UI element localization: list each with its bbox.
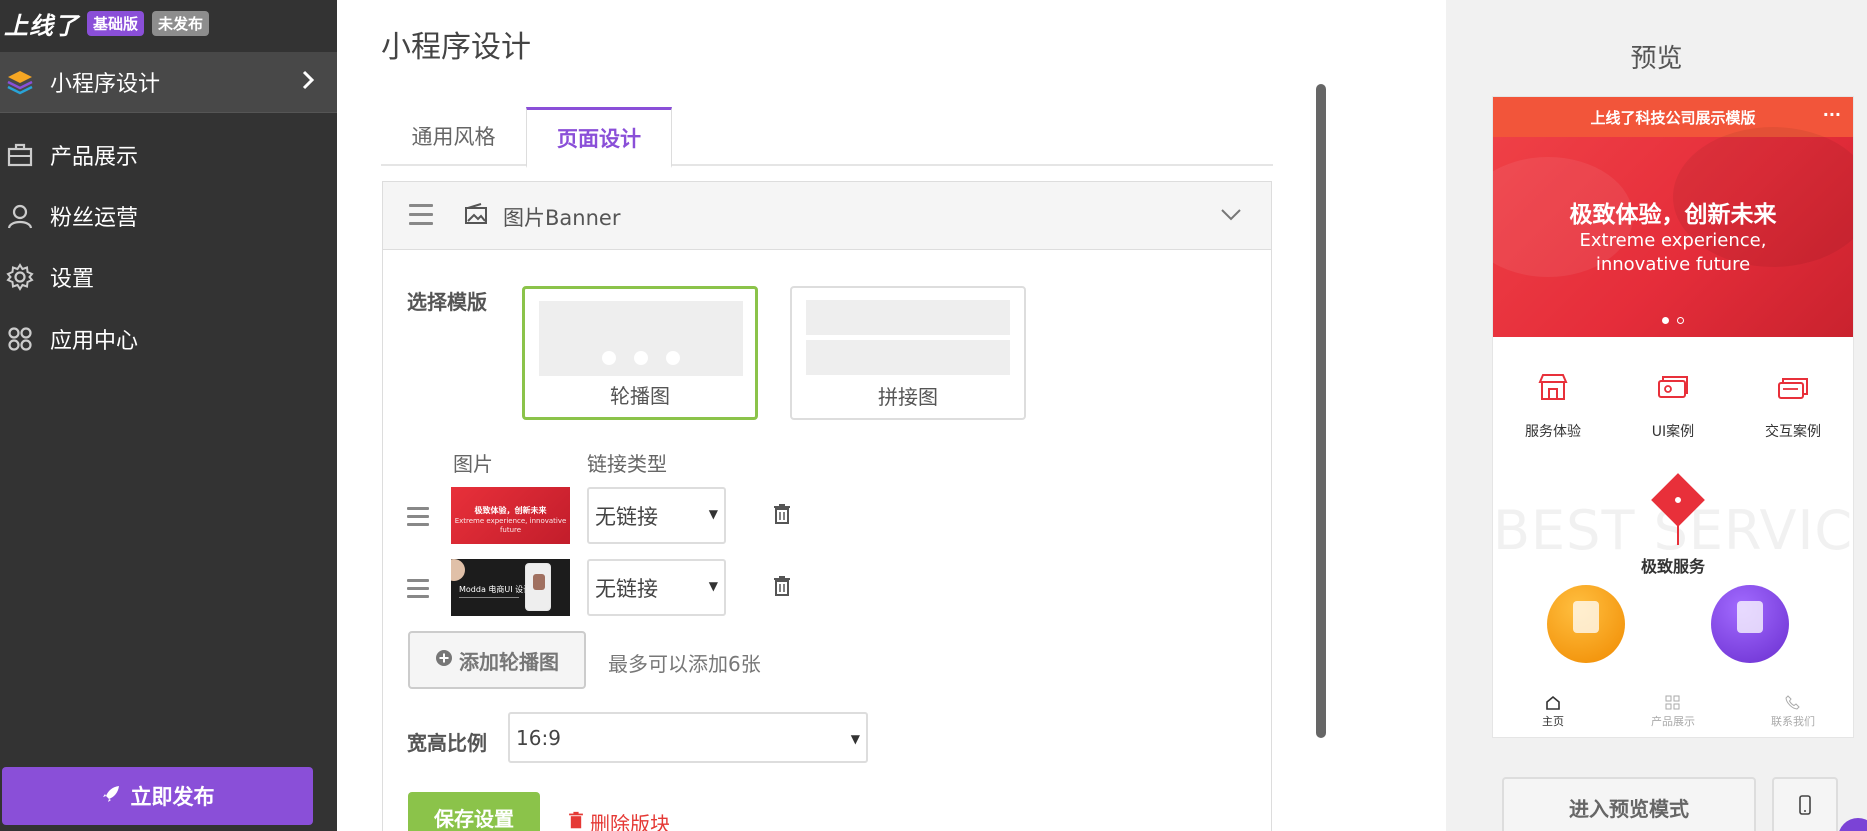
save-settings-button[interactable]: 保存设置	[408, 792, 540, 831]
plus-circle-icon	[435, 648, 453, 672]
tab-page-design[interactable]: 页面设计	[526, 107, 672, 168]
apps-grid-icon	[2, 321, 38, 357]
chevron-right-icon	[301, 70, 315, 94]
aspect-ratio-select[interactable]: 16:9 ▼	[508, 712, 868, 763]
brand-logo: 上线了	[4, 12, 79, 40]
scrollbar[interactable]	[1316, 84, 1326, 738]
preview-icon-grid: 服务体验 UI案例 交互案例	[1493, 367, 1853, 441]
sidebar-item-label: 设置	[50, 267, 95, 292]
sidebar-item-label: 粉丝运营	[50, 206, 139, 231]
preview-title: 预览	[1630, 44, 1683, 74]
link-type-select[interactable]: 无链接 ▼	[587, 487, 726, 544]
store-icon	[1493, 367, 1613, 407]
trash-icon[interactable]	[773, 503, 791, 529]
enter-preview-button[interactable]: 进入预览模式	[1502, 777, 1756, 831]
sidebar-item-app-center[interactable]: 应用中心	[0, 309, 337, 369]
app-title: 上线了科技公司展示模版	[1590, 108, 1756, 127]
feature-circle	[1547, 585, 1625, 663]
sidebar-item-fans[interactable]: 粉丝运营	[0, 186, 337, 246]
mobile-preview-button[interactable]	[1772, 777, 1838, 831]
sidebar: 上线了 基础版 未发布 小程序设计 产品展示 粉丝运营 设置 应用中心 立即发布	[0, 0, 337, 831]
feature-circle	[1711, 585, 1789, 663]
divider	[0, 112, 337, 113]
grid-item: 服务体验	[1493, 367, 1613, 441]
template-carousel[interactable]: 轮播图	[522, 286, 758, 420]
mosaic-thumbnail-top	[806, 300, 1010, 335]
cards-icon	[1613, 367, 1733, 407]
add-carousel-label: 添加轮播图	[459, 649, 559, 674]
phone-icon	[1733, 693, 1853, 711]
stack-icon	[1733, 367, 1853, 407]
dropdown-arrow-icon: ▼	[708, 507, 718, 521]
drag-handle-icon[interactable]	[407, 579, 429, 603]
dropdown-arrow-icon: ▼	[708, 579, 718, 593]
more-icon: ···	[1822, 105, 1841, 124]
sidebar-item-miniprogram-design[interactable]: 小程序设计	[0, 52, 337, 112]
tab-bar: 通用风格 页面设计	[381, 107, 1273, 168]
trash-icon	[568, 811, 584, 831]
mobile-icon	[1798, 795, 1812, 819]
grid-item: 交互案例	[1733, 367, 1853, 441]
sidebar-item-label: 应用中心	[50, 329, 139, 354]
aspect-ratio-label: 宽高比例	[407, 731, 487, 755]
rocket-icon	[101, 784, 121, 809]
column-link-type: 链接类型	[587, 452, 667, 476]
delete-block-link[interactable]: 删除版块	[568, 808, 670, 831]
grid-item: UI案例	[1613, 367, 1733, 441]
carousel-thumbnail	[539, 301, 743, 376]
preview-banner: 极致体验，创新未来 Extreme experience, innovative…	[1493, 127, 1853, 337]
sidebar-item-label: 小程序设计	[50, 72, 161, 97]
status-badge: 未发布	[152, 11, 210, 36]
template-mosaic[interactable]: 拼接图	[790, 286, 1026, 420]
briefcase-icon	[2, 137, 38, 173]
gear-icon	[2, 259, 38, 295]
drag-handle-icon[interactable]	[407, 507, 429, 531]
tab-general-style[interactable]: 通用风格	[381, 107, 526, 165]
carousel-indicator	[1493, 317, 1853, 324]
preview-tabbar: 主页 产品展示 联系我们	[1493, 687, 1853, 737]
template-label: 轮播图	[610, 384, 670, 408]
service-label: 极致服务	[1640, 557, 1705, 576]
chevron-down-icon[interactable]	[1221, 206, 1241, 225]
block-header[interactable]: 图片Banner	[383, 182, 1271, 250]
trash-icon[interactable]	[773, 575, 791, 601]
add-carousel-button[interactable]: 添加轮播图	[408, 631, 586, 689]
banner-title: 极致体验，创新未来	[1569, 202, 1777, 228]
user-icon	[2, 198, 38, 234]
dropdown-arrow-icon: ▼	[850, 732, 860, 746]
template-label: 拼接图	[878, 385, 938, 409]
tab-contact[interactable]: 联系我们	[1733, 687, 1853, 737]
floating-action-button[interactable]	[1838, 818, 1867, 831]
brand: 上线了 基础版 未发布	[4, 6, 210, 41]
sidebar-item-products[interactable]: 产品展示	[0, 125, 337, 185]
publish-button[interactable]: 立即发布	[2, 767, 313, 825]
column-image: 图片	[453, 452, 493, 476]
banner-thumbnail[interactable]: 极致体验，创新未来 Extreme experience, innovative…	[451, 487, 570, 544]
select-template-label: 选择模版	[407, 290, 487, 314]
link-type-select[interactable]: 无链接 ▼	[587, 559, 726, 616]
mosaic-thumbnail-bottom	[806, 340, 1010, 375]
layers-icon	[2, 64, 38, 100]
divider	[1677, 523, 1679, 545]
tab-home[interactable]: 主页	[1493, 687, 1613, 737]
publish-label: 立即发布	[130, 785, 215, 809]
grid-icon	[1613, 693, 1733, 711]
add-hint: 最多可以添加6张	[608, 652, 761, 676]
sidebar-item-settings[interactable]: 设置	[0, 247, 337, 307]
phone-preview: 上线了科技公司展示模版 ··· 极致体验，创新未来 Extreme experi…	[1492, 96, 1854, 738]
edition-badge: 基础版	[87, 11, 145, 36]
home-icon	[1493, 693, 1613, 711]
block-title: 图片Banner	[503, 206, 621, 230]
page-title: 小程序设计	[381, 30, 531, 65]
sidebar-item-label: 产品展示	[50, 145, 139, 170]
banner-subtitle: Extreme experience, innovative future	[1579, 230, 1767, 275]
drag-handle-icon[interactable]	[409, 204, 433, 231]
tab-products[interactable]: 产品展示	[1613, 687, 1733, 737]
image-icon	[463, 202, 489, 230]
banner-thumbnail[interactable]: Modda 电商UI 设计	[451, 559, 570, 616]
preview-pane: 预览 上线了科技公司展示模版 ··· 极致体验，创新未来 Extreme exp…	[1446, 0, 1867, 831]
